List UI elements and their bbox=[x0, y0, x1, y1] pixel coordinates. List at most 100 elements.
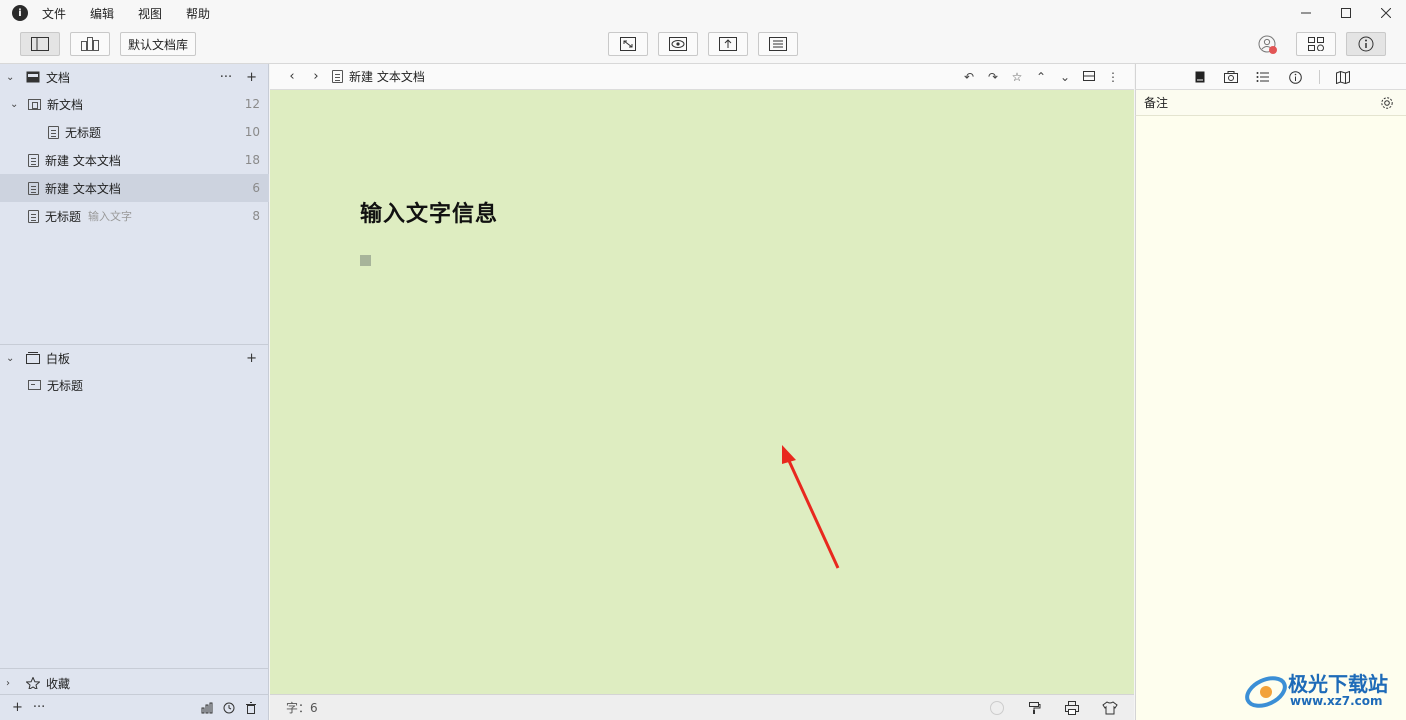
menu-file[interactable]: 文件 bbox=[42, 5, 66, 22]
chevron-right-icon[interactable]: › bbox=[6, 678, 18, 689]
notes-title: 备注 bbox=[1144, 96, 1169, 110]
theme-shirt-icon[interactable] bbox=[1102, 700, 1118, 716]
board-layout-icon bbox=[81, 37, 99, 51]
editor-status-bar: 字：6 bbox=[270, 694, 1134, 720]
board-view-button[interactable] bbox=[70, 32, 110, 56]
document-icon bbox=[48, 125, 59, 139]
progress-circle-icon[interactable] bbox=[990, 700, 1004, 715]
info-panel-button[interactable] bbox=[1346, 32, 1386, 56]
undo-icon[interactable]: ↶ bbox=[962, 70, 976, 84]
user-alert-icon bbox=[1258, 35, 1277, 54]
account-button[interactable] bbox=[1258, 35, 1278, 55]
history-icon[interactable] bbox=[223, 702, 235, 714]
board-icon bbox=[28, 380, 41, 390]
back-button[interactable]: ‹ bbox=[280, 69, 304, 84]
stats-icon[interactable] bbox=[201, 702, 213, 714]
watermark-title: 极光下载站 bbox=[1288, 672, 1388, 696]
watermark-logo: 极光下载站 www.xz7.com bbox=[1244, 666, 1404, 716]
item-count: 18 bbox=[244, 153, 260, 167]
forward-button[interactable]: › bbox=[304, 69, 328, 84]
more-button[interactable]: ··· bbox=[33, 700, 45, 715]
documents-section-header[interactable]: ⌄ 文档 ··· + bbox=[0, 64, 269, 90]
export-button[interactable] bbox=[708, 32, 748, 56]
document-icon bbox=[28, 209, 39, 223]
boards-section-title: 白板 bbox=[46, 351, 71, 366]
notes-tab-icon[interactable] bbox=[1192, 70, 1208, 84]
split-view-icon[interactable] bbox=[1082, 70, 1096, 84]
minimize-button[interactable] bbox=[1286, 0, 1326, 26]
map-icon[interactable] bbox=[1335, 70, 1351, 84]
item-count: 12 bbox=[244, 97, 260, 111]
sidebar-item-label: 无标题 bbox=[47, 378, 84, 393]
toggle-sidebar-button[interactable] bbox=[20, 32, 60, 56]
gear-icon[interactable] bbox=[1380, 96, 1394, 110]
item-count: 6 bbox=[252, 181, 260, 195]
sidebar-item-document[interactable]: 无标题 输入文字 8 bbox=[0, 202, 269, 230]
document-icon bbox=[28, 181, 39, 195]
menu-view[interactable]: 视图 bbox=[138, 5, 162, 22]
item-count: 10 bbox=[244, 125, 260, 139]
star-icon[interactable]: ☆ bbox=[1010, 70, 1024, 84]
inspector-tabs bbox=[1135, 64, 1406, 90]
info-icon bbox=[1358, 36, 1374, 52]
menu-help[interactable]: 帮助 bbox=[186, 5, 210, 22]
camera-icon[interactable] bbox=[1223, 70, 1239, 84]
library-selector[interactable]: 默认文档库 bbox=[120, 32, 196, 56]
close-button[interactable] bbox=[1366, 0, 1406, 26]
item-count: 8 bbox=[252, 209, 260, 223]
outline-button[interactable] bbox=[758, 32, 798, 56]
maximize-button[interactable] bbox=[1326, 0, 1366, 26]
paint-roller-icon[interactable] bbox=[1026, 700, 1042, 716]
grid-view-button[interactable] bbox=[1296, 32, 1336, 56]
info-icon[interactable] bbox=[1287, 70, 1303, 84]
menu-edit[interactable]: 编辑 bbox=[90, 5, 114, 22]
sidebar-item-label: 新文档 bbox=[47, 97, 84, 112]
more-vertical-icon[interactable]: ⋮ bbox=[1106, 70, 1120, 84]
chevron-down-icon[interactable]: ⌄ bbox=[1058, 70, 1072, 84]
boards-section-header[interactable]: ⌄ 白板 + bbox=[0, 345, 269, 371]
chevron-down-icon[interactable]: ⌄ bbox=[6, 72, 18, 83]
sidebar-item-board[interactable]: 无标题 bbox=[0, 371, 269, 399]
notes-editor[interactable] bbox=[1135, 116, 1406, 720]
list-lines-icon bbox=[769, 37, 787, 51]
text-cursor-block bbox=[360, 255, 371, 266]
documents-add-button[interactable]: + bbox=[246, 70, 257, 85]
document-icon bbox=[28, 153, 39, 167]
redo-icon[interactable]: ↷ bbox=[986, 70, 1000, 84]
inbox-icon bbox=[26, 71, 40, 83]
folder-document-icon bbox=[28, 98, 41, 110]
sidebar-layout-icon bbox=[31, 37, 49, 51]
sidebar-item-preview: 输入文字 bbox=[88, 210, 133, 223]
printer-icon[interactable] bbox=[1064, 700, 1080, 716]
grid-icon bbox=[1308, 37, 1324, 51]
word-count: 字：6 bbox=[286, 701, 318, 715]
chevron-down-icon[interactable]: ⌄ bbox=[10, 99, 22, 110]
boards-add-button[interactable]: + bbox=[246, 351, 257, 366]
star-icon bbox=[26, 677, 40, 689]
trash-icon[interactable] bbox=[245, 701, 257, 714]
maximize-icon bbox=[1341, 8, 1351, 18]
sidebar-item-document[interactable]: 新建 文本文档 18 bbox=[0, 146, 269, 174]
chevron-down-icon[interactable]: ⌄ bbox=[6, 353, 18, 364]
menu-bar: i 文件 编辑 视图 帮助 bbox=[0, 0, 1406, 26]
documents-more-button[interactable]: ··· bbox=[220, 70, 232, 85]
list-icon[interactable] bbox=[1255, 70, 1271, 84]
annotation-arrow bbox=[782, 445, 840, 569]
breadcrumb-title: 新建 文本文档 bbox=[349, 70, 425, 84]
fullscreen-button[interactable] bbox=[608, 32, 648, 56]
watermark-swirl-icon bbox=[1245, 676, 1287, 708]
editor-header: ‹ › 新建 文本文档 ↶ ↷ ☆ ⌃ ⌄ ⋮ bbox=[270, 64, 1134, 90]
editor-canvas[interactable]: 输入文字信息 bbox=[270, 90, 1134, 694]
minimize-icon bbox=[1301, 12, 1311, 14]
favorites-section-header[interactable]: › 收藏 bbox=[0, 670, 269, 696]
sidebar-item-label: 新建 文本文档 bbox=[45, 153, 121, 168]
sidebar-item-folder[interactable]: ⌄ 新文档 12 bbox=[0, 90, 269, 118]
watermark-url: www.xz7.com bbox=[1290, 694, 1383, 708]
preview-button[interactable] bbox=[658, 32, 698, 56]
document-heading[interactable]: 输入文字信息 bbox=[360, 196, 498, 228]
sidebar-item-document[interactable]: 无标题 10 bbox=[0, 118, 269, 146]
sidebar-item-document-selected[interactable]: 新建 文本文档 6 bbox=[0, 174, 269, 202]
chevron-up-icon[interactable]: ⌃ bbox=[1034, 70, 1048, 84]
sidebar-item-label: 新建 文本文档 bbox=[45, 181, 121, 196]
add-button[interactable]: + bbox=[12, 700, 23, 715]
